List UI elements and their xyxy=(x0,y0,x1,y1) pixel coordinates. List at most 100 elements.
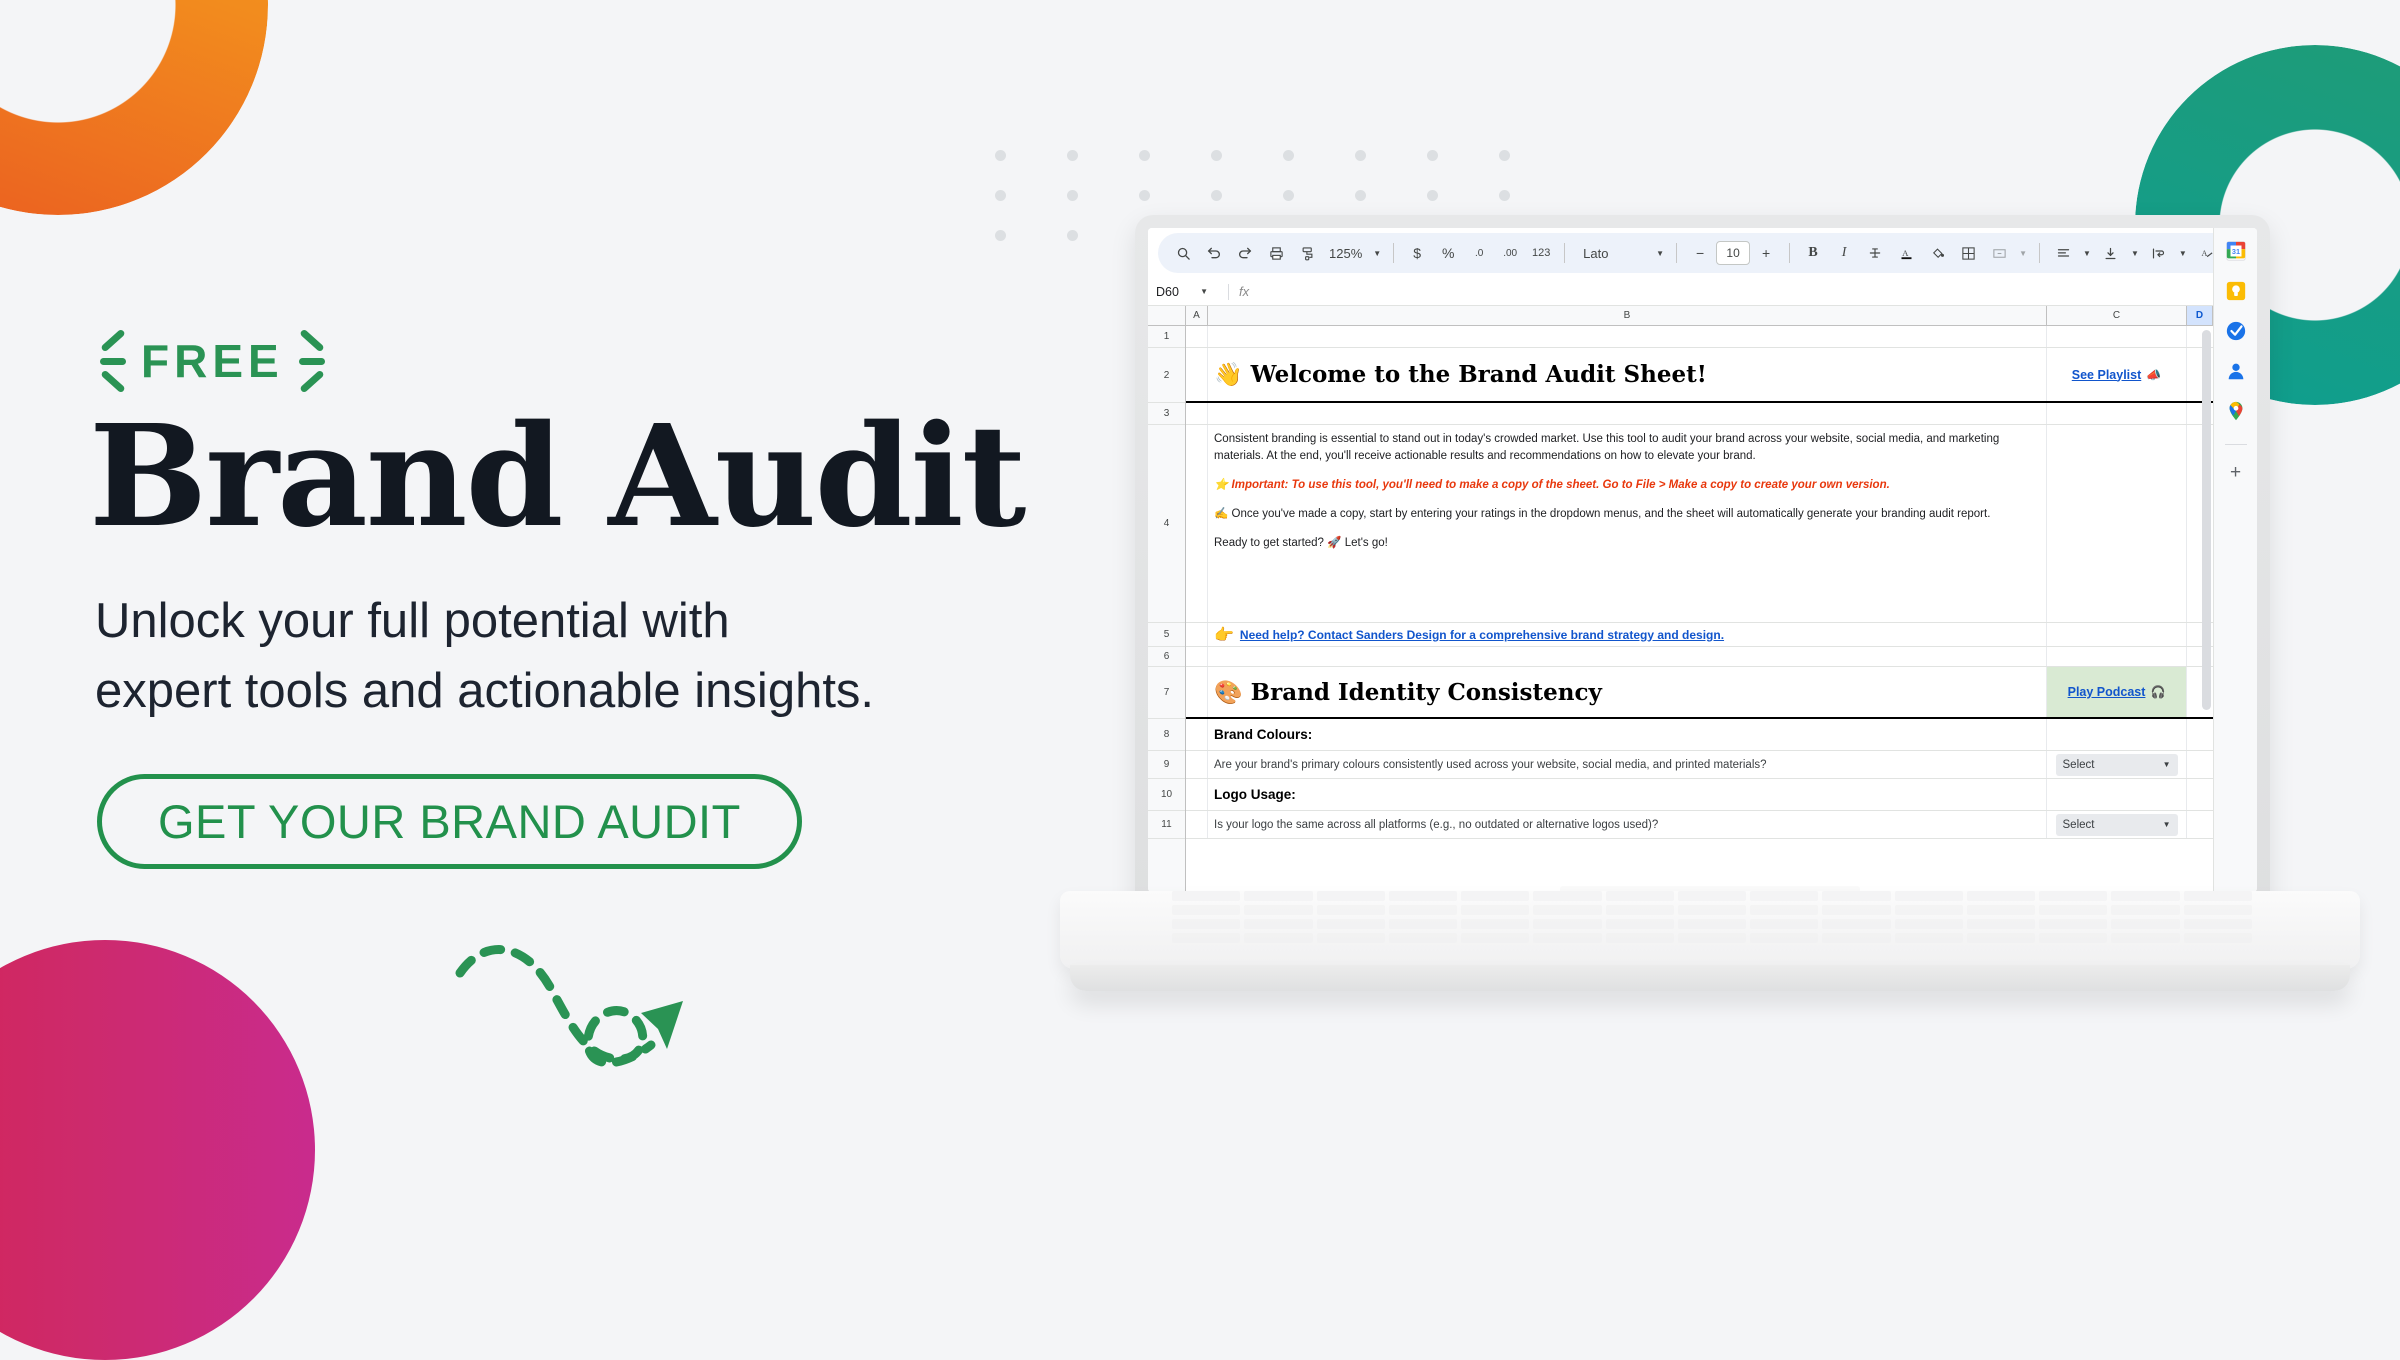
cell-a1[interactable] xyxy=(1186,326,1208,347)
cell-c8[interactable] xyxy=(2047,719,2187,750)
cell-b11[interactable]: Is your logo the same across all platfor… xyxy=(1208,811,2047,838)
table-row: Consistent branding is essential to stan… xyxy=(1186,425,2213,623)
undo-icon[interactable] xyxy=(1199,238,1229,268)
bold-button[interactable]: B xyxy=(1798,238,1828,268)
google-maps-icon[interactable] xyxy=(2225,400,2247,422)
column-header-d[interactable]: D xyxy=(2187,306,2213,325)
cell-b8[interactable]: Brand Colours: xyxy=(1208,719,2047,750)
cell-c6[interactable] xyxy=(2047,647,2187,666)
cell-a10[interactable] xyxy=(1186,779,1208,810)
play-podcast-link[interactable]: Play Podcast xyxy=(2068,685,2146,699)
merge-cells-icon[interactable] xyxy=(1984,238,2014,268)
name-box-chevron-down-icon[interactable]: ▼ xyxy=(1196,287,1212,296)
cell-a3[interactable] xyxy=(1186,403,1208,424)
halign-chevron-down-icon[interactable]: ▼ xyxy=(2079,249,2095,258)
row-header-4[interactable]: 4 xyxy=(1148,425,1185,623)
row-header-10[interactable]: 10 xyxy=(1148,779,1185,811)
borders-icon[interactable] xyxy=(1953,238,1983,268)
font-family-label[interactable]: Lato xyxy=(1573,246,1651,261)
column-header-a[interactable]: A xyxy=(1186,306,1208,325)
font-chevron-down-icon[interactable]: ▼ xyxy=(1652,249,1668,258)
row-header-6[interactable]: 6 xyxy=(1148,647,1185,667)
cell-a7[interactable] xyxy=(1186,667,1208,717)
cell-b4[interactable]: Consistent branding is essential to stan… xyxy=(1208,425,2047,622)
cell-a2[interactable] xyxy=(1186,348,1208,401)
cell-a5[interactable] xyxy=(1186,623,1208,646)
contact-sanders-design-link[interactable]: Need help? Contact Sanders Design for a … xyxy=(1240,628,1724,642)
redo-icon[interactable] xyxy=(1230,238,1260,268)
row-header-8[interactable]: 8 xyxy=(1148,719,1185,751)
logo-usage-select[interactable]: Select ▼ xyxy=(2055,813,2178,836)
text-wrap-icon[interactable] xyxy=(2144,238,2174,268)
paint-format-icon[interactable] xyxy=(1292,238,1322,268)
cell-a9[interactable] xyxy=(1186,751,1208,778)
cell-b10[interactable]: Logo Usage: xyxy=(1208,779,2047,810)
cell-c2[interactable]: See Playlist 📣 xyxy=(2047,348,2187,401)
cell-b7[interactable]: 🎨 Brand Identity Consistency xyxy=(1208,667,2047,717)
decrease-font-size-button[interactable]: − xyxy=(1685,238,1715,268)
select-all-corner[interactable] xyxy=(1148,306,1186,325)
row-header-9[interactable]: 9 xyxy=(1148,751,1185,779)
search-icon[interactable] xyxy=(1168,238,1198,268)
cell-d10[interactable] xyxy=(2187,779,2213,810)
merge-chevron-down-icon[interactable]: ▼ xyxy=(2015,249,2031,258)
google-tasks-icon[interactable] xyxy=(2225,320,2247,342)
add-app-icon[interactable]: + xyxy=(2230,463,2241,482)
cell-b3[interactable] xyxy=(1208,403,2047,424)
decrease-decimal-button[interactable]: .0 xyxy=(1464,238,1494,268)
name-box[interactable]: D60 ▼ xyxy=(1156,285,1218,299)
cell-c9[interactable]: Select ▼ xyxy=(2047,751,2187,778)
cell-c10[interactable] xyxy=(2047,779,2187,810)
get-your-brand-audit-button[interactable]: GET YOUR BRAND AUDIT xyxy=(97,774,802,870)
cell-b9[interactable]: Are your brand's primary colours consist… xyxy=(1208,751,2047,778)
cell-a6[interactable] xyxy=(1186,647,1208,666)
cell-a11[interactable] xyxy=(1186,811,1208,838)
row-header-2[interactable]: 2 xyxy=(1148,348,1185,403)
brand-colours-select[interactable]: Select ▼ xyxy=(2055,753,2178,776)
fill-color-icon[interactable] xyxy=(1922,238,1952,268)
text-color-icon[interactable]: A xyxy=(1891,238,1921,268)
vertical-scrollbar[interactable] xyxy=(2202,330,2211,710)
italic-button[interactable]: I xyxy=(1829,238,1859,268)
row-header-5[interactable]: 5 xyxy=(1148,623,1185,647)
cell-d11[interactable] xyxy=(2187,811,2213,838)
more-formats-button[interactable]: 123 xyxy=(1526,238,1556,268)
row-header-11[interactable]: 11 xyxy=(1148,811,1185,839)
wrap-chevron-down-icon[interactable]: ▼ xyxy=(2175,249,2191,258)
zoom-level-label[interactable]: 125% xyxy=(1323,246,1368,261)
strikethrough-button[interactable] xyxy=(1860,238,1890,268)
row-header-1[interactable]: 1 xyxy=(1148,326,1185,348)
cell-a8[interactable] xyxy=(1186,719,1208,750)
row-header-7[interactable]: 7 xyxy=(1148,667,1185,719)
cell-c4[interactable] xyxy=(2047,425,2187,622)
cell-c3[interactable] xyxy=(2047,403,2187,424)
increase-font-size-button[interactable]: + xyxy=(1751,238,1781,268)
cell-c7[interactable]: Play Podcast 🎧 xyxy=(2047,667,2187,717)
currency-format-button[interactable]: $ xyxy=(1402,238,1432,268)
horizontal-align-icon[interactable] xyxy=(2048,238,2078,268)
cell-d8[interactable] xyxy=(2187,719,2213,750)
cell-b6[interactable] xyxy=(1208,647,2047,666)
cell-c11[interactable]: Select ▼ xyxy=(2047,811,2187,838)
increase-decimal-button[interactable]: .00 xyxy=(1495,238,1525,268)
cell-d9[interactable] xyxy=(2187,751,2213,778)
cell-b5[interactable]: 👉 Need help? Contact Sanders Design for … xyxy=(1208,623,2047,646)
google-contacts-icon[interactable] xyxy=(2225,360,2247,382)
cell-b2[interactable]: 👋 Welcome to the Brand Audit Sheet! xyxy=(1208,348,2047,401)
google-keep-icon[interactable] xyxy=(2225,280,2247,302)
valign-chevron-down-icon[interactable]: ▼ xyxy=(2127,249,2143,258)
font-size-input[interactable]: 10 xyxy=(1716,241,1751,265)
see-playlist-link[interactable]: See Playlist xyxy=(2072,368,2142,382)
row-header-3[interactable]: 3 xyxy=(1148,403,1185,425)
cell-a4[interactable] xyxy=(1186,425,1208,622)
vertical-align-icon[interactable] xyxy=(2096,238,2126,268)
column-header-c[interactable]: C xyxy=(2047,306,2187,325)
column-header-b[interactable]: B xyxy=(1208,306,2047,325)
zoom-chevron-down-icon[interactable]: ▼ xyxy=(1369,249,1385,258)
cell-c1[interactable] xyxy=(2047,326,2187,347)
google-calendar-icon[interactable]: 31 xyxy=(2225,240,2247,262)
print-icon[interactable] xyxy=(1261,238,1291,268)
cell-c5[interactable] xyxy=(2047,623,2187,646)
percent-format-button[interactable]: % xyxy=(1433,238,1463,268)
cell-b1[interactable] xyxy=(1208,326,2047,347)
